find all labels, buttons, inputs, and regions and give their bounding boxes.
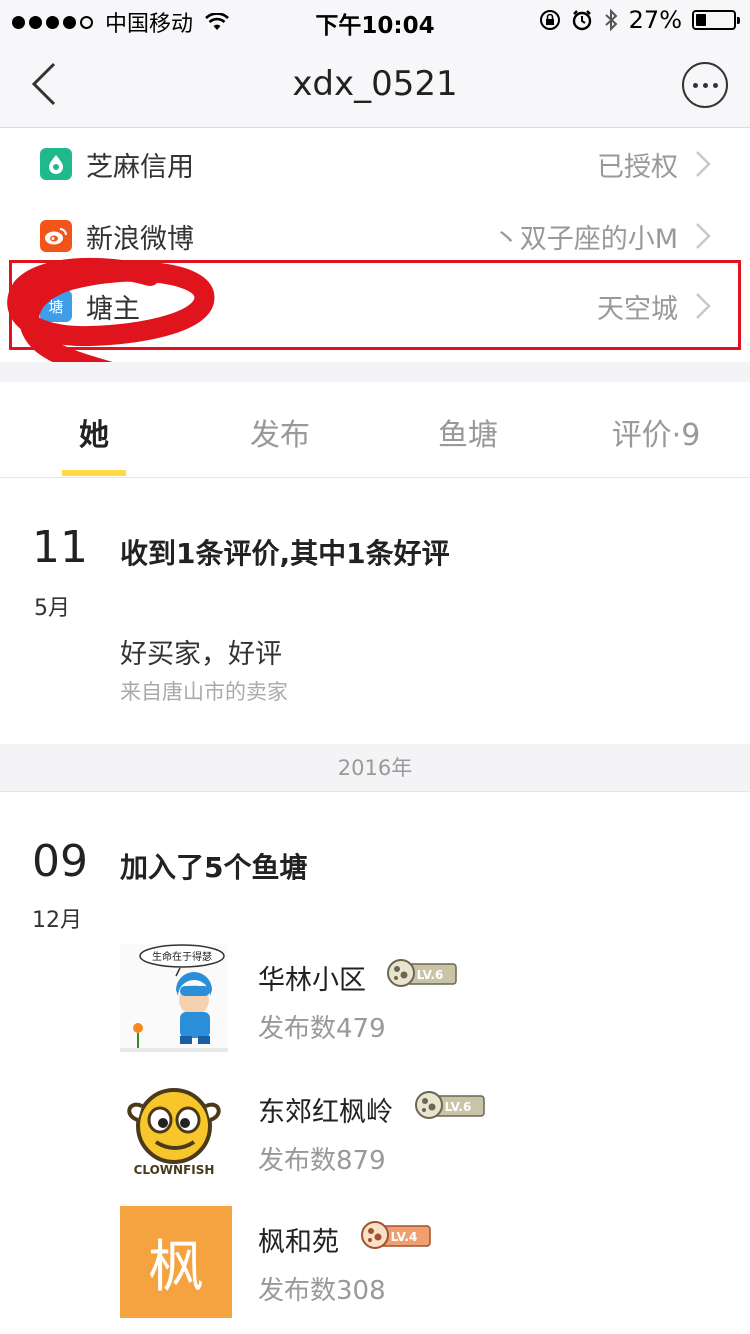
pond-name: 枫和苑 [258, 1227, 339, 1258]
level-badge-icon: LV.6 [415, 1091, 485, 1119]
event-month: 12月 [32, 908, 82, 933]
account-label: 芝麻信用 [86, 151, 194, 183]
pond-name: 东郊红枫岭 [258, 1097, 393, 1128]
chevron-right-icon [696, 223, 711, 249]
pond-post-count: 发布数479 [258, 1014, 386, 1044]
weibo-icon [40, 220, 72, 252]
level-badge-icon: LV.6 [387, 959, 457, 987]
event-day: 11 [32, 522, 88, 573]
pond-name: 华林小区 [258, 965, 366, 996]
profile-tabs: 她 发布 鱼塘 评价·9 [0, 382, 750, 478]
level-text: LV.6 [417, 968, 444, 982]
event-title: 加入了5个鱼塘 [120, 851, 308, 884]
battery-percent: 27% [628, 6, 682, 34]
event-day: 09 [32, 836, 88, 887]
pond-thumbnail: 生命在于得瑟 [120, 944, 228, 1052]
tab-published[interactable]: 发布 [230, 410, 330, 454]
year-separator: 2016年 [0, 744, 750, 792]
section-spacer [0, 362, 750, 382]
orientation-lock-icon [539, 10, 560, 30]
review-text: 好买家，好评 [120, 639, 282, 670]
event-month: 5月 [34, 596, 70, 621]
pond-post-count: 发布数308 [258, 1276, 386, 1306]
pond-thumbnail: CLOWNFISH [120, 1076, 228, 1184]
navigation-bar: xdx_0521 [0, 40, 750, 128]
sesame-credit-icon [40, 148, 72, 180]
tab-reviews[interactable]: 评价·9 [598, 410, 714, 454]
review-source: 来自唐山市的卖家 [120, 680, 288, 704]
event-title: 收到1条评价,其中1条好评 [120, 537, 450, 570]
account-row-sesame-credit[interactable]: 芝麻信用 已授权 [0, 128, 750, 200]
thumb-caption: 生命在于得瑟 [152, 950, 212, 963]
tab-fish-ponds[interactable]: 鱼塘 [418, 410, 518, 454]
active-tab-indicator [62, 470, 126, 476]
page-title: xdx_0521 [292, 64, 458, 104]
pond-post-count: 发布数879 [258, 1146, 386, 1176]
more-dot-icon [702, 82, 708, 88]
account-value: 已授权 [597, 151, 678, 183]
battery-icon [692, 10, 740, 30]
level-text: LV.4 [391, 1230, 418, 1244]
bluetooth-icon [604, 8, 618, 32]
pond-thumbnail-char: 枫 [148, 1234, 204, 1300]
level-text: LV.6 [445, 1100, 472, 1114]
pond-item[interactable]: 枫 枫和苑 LV.4 发布数308 [120, 1206, 750, 1318]
status-bar: 中国移动 下午10:04 27% [0, 0, 750, 40]
pond-item[interactable]: 生命在于得瑟 华林小区 LV.6 发布数479 [120, 944, 750, 1056]
pond-thumbnail: 枫 [120, 1206, 232, 1318]
more-options-button[interactable] [682, 62, 728, 108]
level-badge-icon: LV.4 [361, 1221, 431, 1249]
more-dot-icon [712, 82, 718, 88]
tab-her[interactable]: 她 [62, 410, 126, 454]
more-dot-icon [692, 82, 698, 88]
thumb-caption: CLOWNFISH [134, 1163, 215, 1177]
alarm-icon [572, 10, 591, 31]
pond-item[interactable]: CLOWNFISH 东郊红枫岭 LV.6 发布数879 [120, 1076, 750, 1188]
account-value: 丶双子座的小M [492, 223, 678, 255]
account-label: 新浪微博 [86, 223, 194, 255]
chevron-right-icon [696, 151, 711, 177]
